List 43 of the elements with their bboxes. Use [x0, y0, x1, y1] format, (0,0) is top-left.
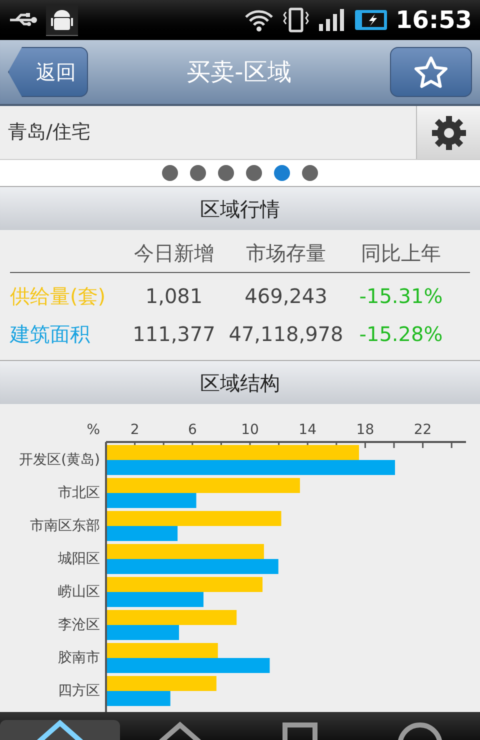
battery-charging-icon [354, 8, 388, 32]
row-label: 供给量(套) [10, 283, 107, 310]
section-header: 区域行情 [0, 186, 480, 230]
clock-time: 16:53 [396, 5, 472, 36]
android-icon [51, 8, 73, 32]
page-title: 买卖-区域 [186, 57, 292, 88]
column-header: 同比上年 [360, 240, 442, 267]
category-label: 城阳区 [58, 551, 100, 567]
tick-label: 18 [356, 422, 374, 438]
favorite-button[interactable] [390, 47, 472, 97]
category-label: 市南区东部 [30, 518, 100, 534]
table-cell-text: 469,243 [244, 283, 328, 310]
settings-icon [430, 114, 466, 150]
column-header: 市场存量 [245, 240, 327, 267]
tick-label: 14 [298, 422, 317, 438]
category-label: 胶南市 [58, 650, 100, 666]
row-label: 建筑面积 [10, 321, 91, 348]
table-cell-text: 47,118,978 [228, 321, 344, 348]
category-label: 市北区 [58, 485, 100, 501]
category-label: 四方区 [58, 683, 100, 699]
signal-icon [318, 8, 346, 32]
table-cell-text: -15.28% [358, 321, 444, 348]
tick-label: 6 [188, 422, 197, 438]
star-icon [414, 56, 448, 88]
column-header: 今日新增 [133, 240, 215, 267]
back-button[interactable]: 返回 [8, 47, 88, 97]
section-header: 区域结构 [0, 360, 480, 404]
tab[interactable] [0, 720, 120, 740]
category-label: 崂山区 [58, 584, 100, 600]
category-label: 开发区(黄岛) [19, 452, 100, 468]
usb-icon [8, 12, 38, 28]
category-label: 李沧区 [58, 617, 100, 633]
tick-label: 10 [241, 422, 259, 438]
table-cell-text: -15.31% [358, 283, 444, 310]
vibrate-icon [282, 7, 310, 33]
tick-label: 2 [130, 422, 140, 438]
settings-button[interactable] [416, 106, 480, 159]
table-cell-text: 1,081 [144, 283, 204, 310]
wifi-icon [244, 8, 274, 32]
tick-label: 22 [414, 422, 432, 438]
table-cell-text: 111,377 [132, 321, 216, 348]
axis-unit: % [86, 422, 100, 438]
region-field[interactable]: 青岛/住宅 [0, 106, 416, 159]
